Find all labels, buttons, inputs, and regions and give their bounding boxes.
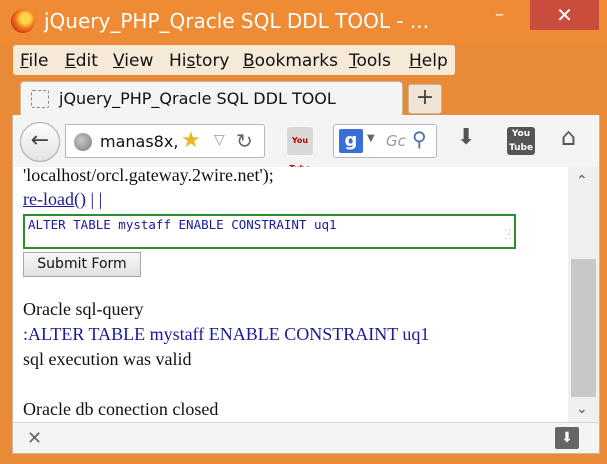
scroll-down-icon[interactable]: ⌄ — [576, 401, 588, 417]
resize-grip-icon[interactable]: ·: ∴ — [496, 227, 512, 245]
separator-text: | | — [85, 189, 103, 209]
menu-bar: File Edit View History Bookmarks Tools H… — [13, 45, 455, 75]
vertical-scrollbar[interactable]: ⌃ ⌄ — [568, 167, 600, 422]
scroll-up-icon[interactable]: ⌃ — [576, 173, 588, 189]
tab-active[interactable]: jQuery_PHP_Qracle SQL DDL TOOL — [20, 81, 403, 117]
firefox-logo-icon — [11, 9, 35, 33]
menu-edit[interactable]: Edit — [65, 51, 98, 71]
tab-title: jQuery_PHP_Qracle SQL DDL TOOL — [59, 89, 336, 108]
url-bar[interactable]: manas8x, ★ ▽ ↻ — [65, 124, 265, 158]
sql-textarea[interactable]: ALTER TABLE mystaff ENABLE CONSTRAINT uq… — [23, 214, 516, 249]
connection-string-text: 'localhost/orcl.gateway.2wire.net'); — [23, 167, 274, 185]
url-text[interactable]: manas8x, — [100, 132, 178, 151]
google-search-icon[interactable]: g — [339, 129, 363, 153]
result-heading: Oracle sql-query — [23, 299, 144, 319]
page-content: 'localhost/orcl.gateway.2wire.net'); re-… — [12, 167, 568, 422]
globe-icon — [74, 133, 92, 151]
submit-form-button[interactable]: Submit Form — [23, 252, 141, 277]
reload-row: re-load() | | — [23, 189, 102, 210]
star-icon[interactable]: ★ — [181, 128, 201, 153]
menu-bookmarks[interactable]: Bookmarks — [243, 51, 338, 71]
title-bar: jQuery_PHP_Qracle SQL DDL TOOL - ... – ✕ — [0, 0, 607, 44]
tab-strip: jQuery_PHP_Qracle SQL DDL TOOL + — [12, 79, 600, 117]
youtube-icon[interactable]: You Tube — [507, 127, 535, 155]
minimize-button[interactable]: – — [481, 0, 518, 30]
download-icon[interactable]: ⬇ — [457, 125, 475, 150]
menu-tools[interactable]: Tools — [349, 51, 391, 71]
youtube-extension-icon[interactable]: You Tube — [287, 127, 313, 173]
sql-textarea-value[interactable]: ALTER TABLE mystaff ENABLE CONSTRAINT uq… — [28, 217, 337, 232]
scrollbar-thumb[interactable] — [571, 259, 596, 397]
window-title: jQuery_PHP_Qracle SQL DDL TOOL - ... — [44, 9, 430, 33]
search-input[interactable]: Gc — [386, 132, 406, 150]
result-query: :ALTER TABLE mystaff ENABLE CONSTRAINT u… — [23, 324, 430, 344]
download-addon-icon[interactable]: ⬇ — [555, 427, 579, 449]
back-button[interactable]: ← — [20, 122, 60, 162]
new-tab-button[interactable]: + — [408, 84, 442, 114]
search-bar[interactable]: g ▼ Gc ⚲ — [333, 124, 437, 158]
connection-closed-text: Oracle db conection closed — [23, 399, 219, 419]
nav-toolbar: ← manas8x, ★ ▽ ↻ You Tube g ▼ Gc ⚲ ⬇ You… — [12, 115, 600, 173]
menu-history[interactable]: History — [169, 51, 230, 71]
menu-view[interactable]: View — [113, 51, 153, 71]
menu-help[interactable]: Help — [409, 51, 448, 71]
page-favicon-icon — [31, 90, 49, 108]
result-status: sql execution was valid — [23, 349, 192, 369]
addon-bar: ✕ ⬇ — [12, 422, 600, 454]
search-engine-dropdown-icon[interactable]: ▼ — [367, 133, 375, 144]
dropmarker-icon[interactable]: ▽ — [214, 132, 225, 148]
close-window-button[interactable]: ✕ — [530, 0, 599, 30]
reload-icon[interactable]: ↻ — [236, 129, 253, 153]
home-icon[interactable]: ⌂ — [561, 123, 576, 151]
magnifier-icon[interactable]: ⚲ — [412, 127, 427, 151]
reload-link[interactable]: re-load() — [23, 189, 86, 209]
menu-file[interactable]: File — [20, 51, 48, 71]
close-icon[interactable]: ✕ — [27, 428, 42, 449]
